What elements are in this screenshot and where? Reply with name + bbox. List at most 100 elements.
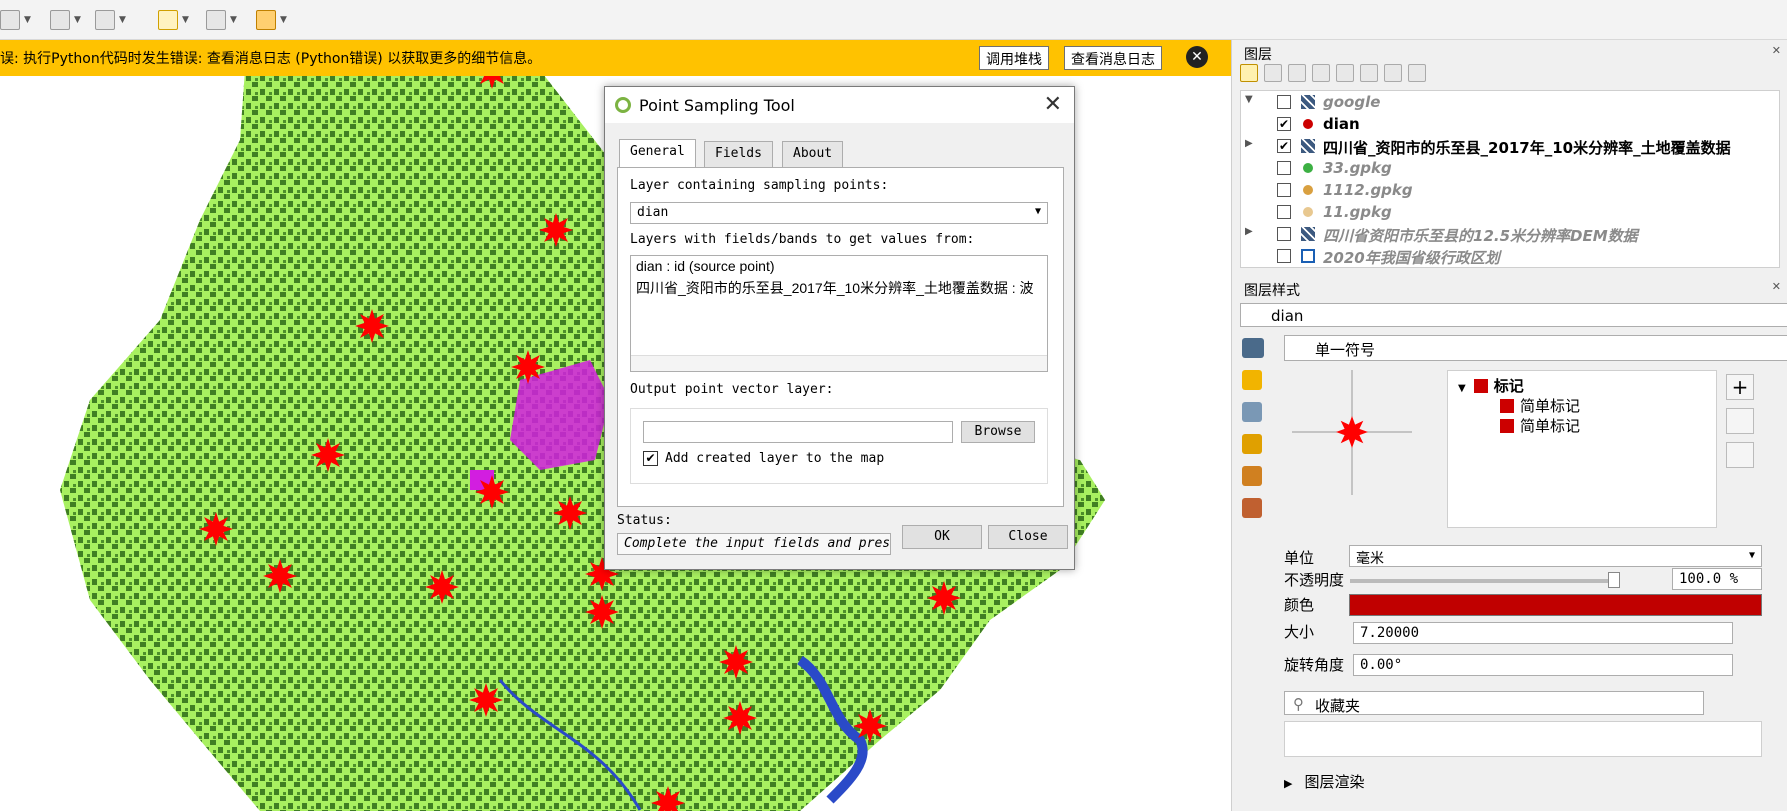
dialog-titlebar: Point Sampling Tool ✕	[605, 87, 1074, 123]
view-log-button[interactable]: 查看消息日志	[1064, 46, 1162, 70]
tab-fields[interactable]: Fields	[704, 141, 773, 167]
layers-toolbar	[1240, 64, 1426, 88]
close-button[interactable]: Close	[988, 525, 1068, 549]
list-item[interactable]: dian : id (source point)	[631, 256, 1047, 276]
value-layers-list[interactable]: dian : id (source point) 四川省_资阳市的乐至县_201…	[630, 255, 1048, 372]
toolbar-group-2[interactable]: ▼	[50, 8, 81, 32]
search-value: 收藏夹	[1315, 697, 1361, 715]
panel-close-icon[interactable]: ✕	[1772, 280, 1781, 293]
layer-rendering-section[interactable]: ▶ 图层渲染	[1284, 771, 1364, 792]
chevron-right-icon: ▶	[1284, 777, 1293, 790]
sampling-layer-select[interactable]: dian ▼	[630, 202, 1048, 224]
tab-about[interactable]: About	[782, 141, 844, 167]
output-path-input[interactable]	[643, 421, 953, 443]
layer-row[interactable]: ▶ 四川省资阳市乐至县的12.5米分辨率DEM数据	[1241, 223, 1779, 245]
toolbar-attribute[interactable]: ▼	[206, 8, 237, 32]
duplicate-symbol-layer-button[interactable]	[1726, 442, 1754, 468]
layer-visibility-checkbox[interactable]	[1277, 95, 1291, 109]
chevron-down-icon: ▼	[182, 15, 189, 25]
chevron-right-icon[interactable]: ▶	[1245, 138, 1253, 149]
chevron-down-icon[interactable]: ▼	[1245, 94, 1253, 105]
3d-view-icon[interactable]	[1242, 434, 1262, 454]
color-button[interactable]	[1349, 594, 1762, 616]
layer-row[interactable]: 33.gpkg	[1241, 157, 1779, 179]
panel-close-icon[interactable]: ✕	[1772, 44, 1781, 57]
layer-name: 33.gpkg	[1323, 159, 1392, 177]
eye-icon[interactable]	[1288, 64, 1306, 82]
remove-layer-icon[interactable]	[1408, 64, 1426, 82]
add-layer-checkbox[interactable]: ✔	[643, 451, 658, 466]
layer-row[interactable]: 2020年我国省级行政区划	[1241, 245, 1779, 267]
rotation-spinbox[interactable]: 0.00°	[1353, 654, 1733, 676]
expression-filter-icon[interactable]	[1336, 64, 1354, 82]
point-sampling-dialog: Point Sampling Tool ✕ General Fields Abo…	[604, 86, 1075, 570]
layer-visibility-checkbox[interactable]	[1277, 205, 1291, 219]
ok-button[interactable]: OK	[902, 525, 982, 549]
sampling-layer-label: Layer containing sampling points:	[630, 178, 889, 193]
browse-button[interactable]: Browse	[961, 421, 1035, 443]
remove-symbol-layer-button[interactable]	[1726, 408, 1754, 434]
layer-visibility-checkbox[interactable]	[1277, 249, 1291, 263]
opacity-slider-thumb[interactable]	[1608, 572, 1620, 588]
marker-swatch-icon	[1500, 399, 1514, 413]
sample-point-marker	[853, 709, 887, 743]
layer-visibility-checkbox[interactable]	[1277, 227, 1291, 241]
diagrams-icon[interactable]	[1242, 466, 1262, 486]
horizontal-scrollbar[interactable]	[631, 355, 1047, 371]
filter-icon[interactable]	[1312, 64, 1330, 82]
symbol-layer-item[interactable]: 简单标记	[1500, 395, 1580, 416]
toolbar-select-features[interactable]: ▼	[158, 8, 189, 32]
opacity-slider-track[interactable]	[1350, 579, 1612, 583]
layer-row[interactable]: ✔ dian	[1241, 113, 1779, 135]
list-item[interactable]: 四川省_资阳市的乐至县_2017年_10米分辨率_土地覆盖数据 : 波	[631, 276, 1047, 300]
layer-row[interactable]: 1112.gpkg	[1241, 179, 1779, 201]
unit-select[interactable]: 毫米 ▼	[1349, 545, 1762, 567]
history-icon[interactable]	[1242, 498, 1262, 518]
symbol-layers-tree[interactable]: ▼ 标记 简单标记 简单标记	[1447, 370, 1717, 528]
layers-tree[interactable]: ▼ google ✔ dian ▶ ✔ 四川省_资阳市的乐至县_2017年_10米分辨率_土…	[1240, 90, 1780, 268]
symbol-root[interactable]: ▼ 标记	[1458, 375, 1524, 396]
layer-visibility-checkbox[interactable]	[1277, 183, 1291, 197]
size-spinbox[interactable]: 7.20000	[1353, 622, 1733, 644]
add-symbol-layer-button[interactable]: +	[1726, 374, 1754, 400]
collapse-all-icon[interactable]	[1384, 64, 1402, 82]
opacity-label: 不透明度	[1284, 571, 1345, 589]
opacity-spinbox[interactable]: 100.0 %	[1672, 568, 1762, 590]
layer-row[interactable]: ▶ ✔ 四川省_资阳市的乐至县_2017年_10米分辨率_土地覆盖数据	[1241, 135, 1779, 157]
symbol-layer-item[interactable]: 简单标记	[1500, 415, 1580, 436]
sample-point-marker	[723, 701, 757, 735]
symbol-library-list[interactable]	[1284, 721, 1762, 757]
layer-row[interactable]: 11.gpkg	[1241, 201, 1779, 223]
labels-icon[interactable]	[1242, 370, 1262, 390]
sample-point-marker	[585, 595, 619, 629]
stack-trace-button[interactable]: 调用堆栈	[979, 46, 1049, 70]
tab-general[interactable]: General	[619, 139, 696, 168]
chevron-down-icon: ▼	[119, 15, 126, 25]
layer-visibility-checkbox[interactable]	[1277, 161, 1291, 175]
add-group-icon[interactable]	[1264, 64, 1282, 82]
text-icon[interactable]	[1242, 402, 1262, 422]
expand-all-icon[interactable]	[1360, 64, 1378, 82]
layer-visibility-checkbox[interactable]: ✔	[1277, 117, 1291, 131]
renderer-select[interactable]: 单一符号	[1284, 335, 1787, 361]
sample-point-marker	[311, 438, 345, 472]
unit-value: 毫米	[1356, 551, 1384, 567]
open-styling-icon[interactable]	[1240, 64, 1258, 82]
style-layer-select[interactable]: dian	[1240, 303, 1787, 327]
general-tab-pane: Layer containing sampling points: dian ▼…	[617, 167, 1064, 507]
layer-visibility-checkbox[interactable]: ✔	[1277, 139, 1291, 153]
toolbar-group-1[interactable]: ▼	[0, 8, 31, 32]
chevron-right-icon[interactable]: ▶	[1245, 226, 1253, 237]
symbol-root-label: 标记	[1493, 377, 1524, 395]
sample-point-marker	[469, 683, 503, 717]
toolbar-deselect[interactable]: ▼	[256, 8, 287, 32]
symbol-search-input[interactable]: ⚲ 收藏夹	[1284, 691, 1704, 715]
output-group: Browse ✔ Add created layer to the map	[630, 408, 1048, 484]
layer-row[interactable]: ▼ google	[1241, 91, 1779, 113]
toolbar-group-3[interactable]: ▼	[95, 8, 126, 32]
paint-brush-icon[interactable]	[1242, 338, 1264, 358]
attribute-table-icon	[206, 10, 226, 30]
close-icon[interactable]: ✕	[1044, 92, 1062, 117]
sample-point-marker	[355, 309, 389, 343]
close-circle-icon[interactable]: ✕	[1186, 46, 1208, 68]
